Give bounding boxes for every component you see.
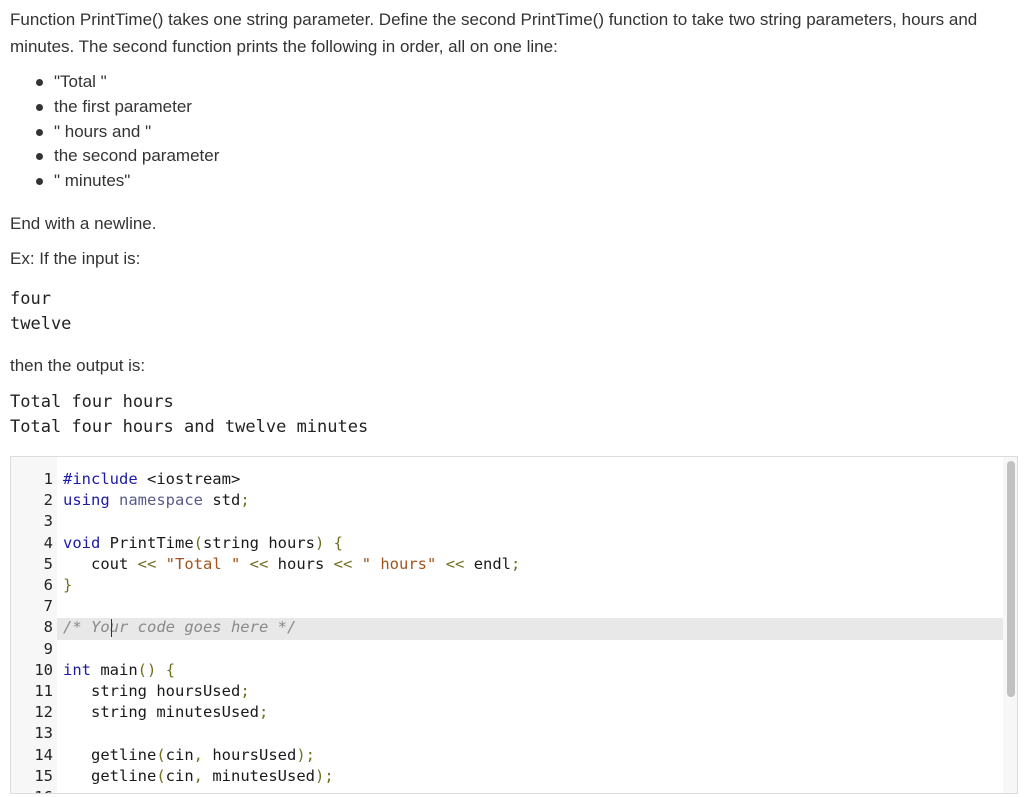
line-number: 8 [43,618,53,637]
example-output-line: Total four hours [10,391,174,412]
code-token: <iostream> [137,470,241,488]
code-token: hoursUsed [203,745,297,764]
example-input: four twelve [10,287,1014,337]
line-number: 15 [34,766,53,785]
line-number: 7 [43,597,53,616]
code-line[interactable]: } [63,575,72,596]
code-token: ); [315,766,334,785]
problem-description: Function PrintTime() takes one string pa… [0,0,1024,440]
example-intro: Ex: If the input is: [10,248,141,268]
code-token: string hoursUsed [63,682,241,700]
code-token: } [63,576,73,594]
code-token: << [333,554,353,573]
code-line[interactable]: string minutesUsed; [63,702,268,723]
line-number: 4 [43,533,53,552]
line-number: 12 [34,703,53,722]
code-token: << [249,554,269,573]
list-item: the second parameter [36,144,1014,169]
code-token: /* Your code goes here */ [63,618,297,637]
line-number: 11 [34,682,53,700]
code-token: ; [240,682,250,700]
code-token: , [193,745,204,764]
code-token: cout [63,554,138,573]
code-token: std [203,491,241,510]
code-line[interactable]: /* Your code goes here */ [63,617,296,638]
code-line[interactable]: string hoursUsed; [63,681,250,702]
line-number: 1 [43,470,53,488]
code-token: << [137,554,157,573]
code-line[interactable]: getline(cin, minutesUsed); [63,766,334,787]
code-token: ) [314,533,325,552]
code-token: ( [156,745,166,764]
line-number: 5 [43,554,53,573]
code-token: ; [240,491,250,510]
code-line[interactable]: #include <iostream> [63,469,240,490]
code-token: endl [464,554,512,573]
example-output-line: Total four hours and twelve minutes [10,416,369,437]
code-token: << [445,554,465,573]
example-output: Total four hours Total four hours and tw… [10,390,1014,440]
code-token: "Total " [165,554,241,573]
line-number: 13 [34,724,53,743]
line-number: 14 [34,745,53,764]
output-intro: then the output is: [10,355,146,375]
code-token: ( [156,766,166,785]
code-editor[interactable]: 1 2 3 4 5 6 7 8 9 10 11 12 13 14 15 16 #… [10,456,1018,794]
code-token: ; [258,703,269,722]
code-line[interactable]: void PrintTime(string hours) { [63,533,343,554]
code-token: , [193,766,204,785]
line-number: 16 [11,787,53,793]
code-token: getline [63,766,157,785]
code-token: ; [511,554,521,573]
list-item: "Total " [36,70,1014,95]
code-token: getline [63,745,157,764]
line-number: 10 [34,660,53,679]
code-line[interactable]: getline(cin, hoursUsed); [63,745,315,766]
code-token: ); [296,745,316,764]
code-token: minutesUsed [203,766,315,785]
code-line[interactable]: int main() { [63,660,175,681]
code-token: ( [193,533,203,552]
code-token: main [91,660,138,679]
line-number: 3 [43,512,53,531]
intro-text: Function PrintTime() takes one string pa… [10,10,978,56]
line-number: 2 [43,491,53,510]
list-item: the first parameter [36,95,1014,120]
code-token: cin [165,766,194,785]
code-token: PrintTime [100,533,194,552]
example-input-line: twelve [10,313,72,334]
example-input-line: four [10,288,51,309]
editor-scrollbar[interactable] [1007,461,1015,697]
code-token: using [63,491,110,510]
line-number: 6 [43,576,53,594]
code-token: () [137,660,157,679]
list-item: " hours and " [36,120,1014,145]
output-order-list: "Total " the first parameter " hours and… [10,70,1014,194]
list-item: " minutes" [36,169,1014,194]
code-token: void [63,533,101,552]
code-token: namespace [119,491,204,510]
line-number: 9 [43,639,53,658]
code-token: hours [268,554,334,573]
code-token: { [165,660,176,679]
code-token: { [333,533,344,552]
code-token: " hours" [361,554,437,573]
code-token: string minutesUsed [63,703,259,722]
text-cursor [111,619,112,637]
code-line[interactable]: using namespace std; [63,490,250,511]
end-note: End with a newline. [10,213,157,233]
code-token: int [63,660,91,679]
code-token: cin [165,745,194,764]
code-token: string hours [203,533,315,552]
code-token: #include [63,470,138,488]
code-line[interactable]: cout << "Total " << hours << " hours" <<… [63,554,520,575]
